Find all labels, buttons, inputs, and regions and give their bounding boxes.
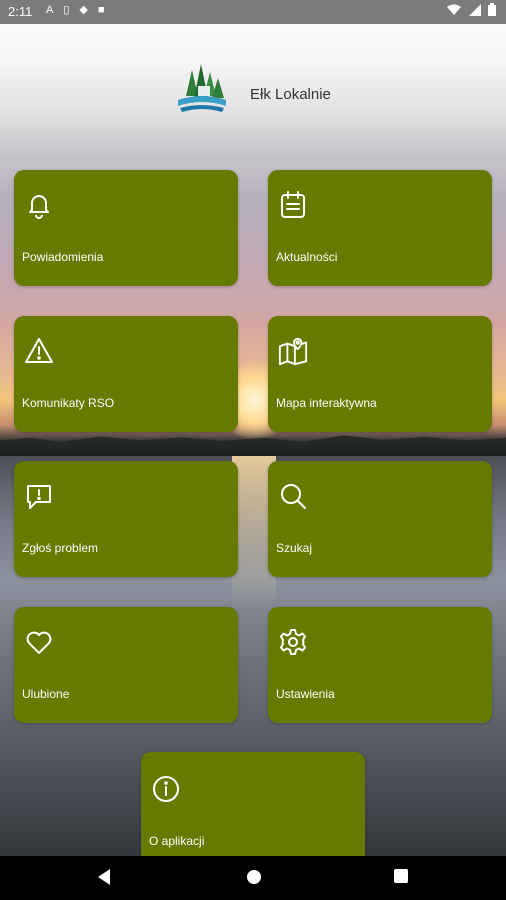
system-nav-bar	[0, 856, 506, 900]
tile-aktualnosci[interactable]: Aktualności	[268, 170, 492, 286]
tile-label: Komunikaty RSO	[22, 396, 115, 410]
tile-label: Powiadomienia	[22, 250, 104, 264]
tile-komunikaty-rso[interactable]: Komunikaty RSO	[14, 316, 238, 432]
sim-icon: ▯	[63, 4, 80, 16]
recents-icon[interactable]	[393, 868, 409, 884]
tile-label: Mapa interaktywna	[276, 396, 377, 410]
tile-label: Szukaj	[276, 541, 313, 555]
status-time: 2:11	[8, 4, 33, 19]
tile-label: O aplikacji	[149, 834, 205, 848]
shield-icon: ◆	[79, 4, 98, 16]
map-icon	[278, 337, 308, 366]
tile-powiadomienia[interactable]: Powiadomienia	[14, 170, 238, 286]
home-icon[interactable]	[245, 868, 263, 886]
square-icon: ■	[97, 4, 115, 16]
status-right-icons	[447, 3, 496, 19]
warning-icon	[25, 338, 53, 363]
tile-label: Zgłoś problem	[22, 541, 99, 555]
status-left-icons: A▯◆■	[46, 3, 115, 16]
gear-icon	[280, 629, 306, 655]
battery-icon	[488, 3, 496, 16]
news-icon	[281, 191, 305, 218]
app-title: Ełk Lokalnie	[250, 86, 331, 103]
app-logo	[178, 64, 226, 112]
app-header: Ełk Lokalnie	[0, 58, 506, 128]
tile-zglos-problem[interactable]: Zgłoś problem	[14, 461, 238, 577]
a-icon: A	[46, 4, 64, 16]
tile-mapa-interaktywna[interactable]: Mapa interaktywna	[268, 316, 492, 432]
heart-icon	[26, 631, 52, 654]
tile-o-aplikacji[interactable]: O aplikacji	[141, 752, 365, 856]
signal-icon	[468, 4, 481, 16]
tile-label: Ulubione	[22, 687, 70, 701]
info-icon	[153, 776, 179, 802]
status-bar: 2:11 A▯◆■	[0, 0, 506, 24]
tile-ulubione[interactable]: Ulubione	[14, 607, 238, 723]
tile-szukaj[interactable]: Szukaj	[268, 461, 492, 577]
tile-label: Aktualności	[276, 250, 338, 264]
report-icon	[27, 485, 51, 509]
tile-label: Ustawienia	[276, 687, 335, 701]
bell-icon	[29, 195, 49, 219]
wifi-icon	[447, 4, 462, 15]
search-icon	[281, 484, 306, 509]
back-icon[interactable]	[96, 868, 112, 886]
tile-ustawienia[interactable]: Ustawienia	[268, 607, 492, 723]
